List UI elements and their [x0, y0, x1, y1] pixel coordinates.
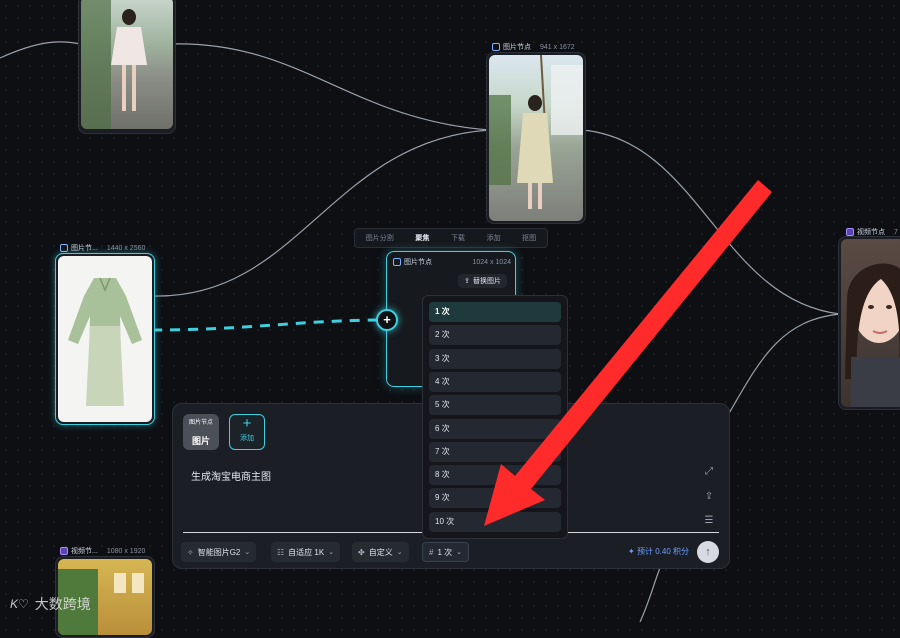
watermark-logo: K♡ [10, 597, 29, 611]
watermark: K♡ 大数跨境 [10, 594, 91, 614]
annotation-arrow [484, 180, 772, 526]
watermark-text: 大数跨境 [34, 596, 91, 612]
